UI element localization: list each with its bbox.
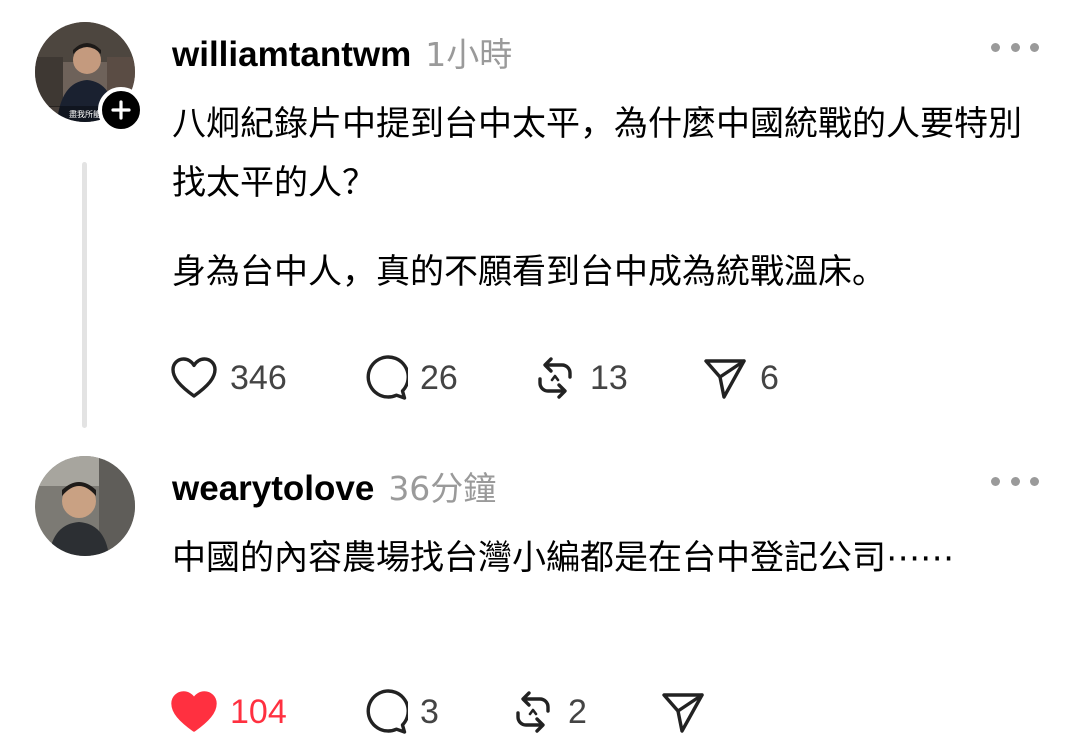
- action-bar: 104 3 2: [170, 687, 770, 737]
- post-header: williamtantwm 1小時: [172, 28, 512, 76]
- more-dot: [1010, 476, 1020, 486]
- repost-icon: [516, 691, 550, 733]
- post-body: 中國的內容農場找台灣小編都是在台中登記公司⋯⋯: [172, 529, 992, 588]
- repost-count: 13: [590, 358, 628, 397]
- more-options-button[interactable]: [991, 474, 1039, 488]
- more-dots-icon: [991, 42, 1000, 52]
- comment-count: 3: [420, 692, 439, 731]
- speech-bubble-icon: [366, 355, 408, 400]
- follow-button[interactable]: [98, 87, 144, 133]
- send-icon: [662, 693, 704, 733]
- post-body: 八炯紀錄片中提到台中太平，為什麼中國統戰的人要特別找太平的人？ 身為台中人，真的…: [172, 95, 1032, 302]
- avatar-caption: 盡我所能: [69, 109, 101, 119]
- thread-post-1: 盡我所能 williamtantwm 1小時 八炯紀錄片中提到台中太平，為什麼中…: [0, 0, 1079, 440]
- more-dot: [1010, 42, 1020, 52]
- comment-count: 26: [420, 358, 458, 397]
- thread-post-2: wearytolove 36分鐘 中國的內容農場找台灣小編都是在台中登記公司⋯⋯…: [0, 440, 1079, 744]
- share-button[interactable]: 6: [702, 353, 779, 403]
- repost-button[interactable]: 13: [532, 353, 628, 403]
- comment-button[interactable]: 26: [360, 353, 458, 403]
- thread-connector-line: [82, 162, 87, 428]
- plus-icon: [111, 100, 131, 120]
- share-count: 6: [760, 358, 779, 397]
- repost-icon: [538, 357, 572, 399]
- like-button[interactable]: 346: [170, 353, 287, 403]
- post-paragraph: 八炯紀錄片中提到台中太平，為什麼中國統戰的人要特別找太平的人？: [172, 104, 1022, 203]
- timestamp: 1小時: [425, 35, 513, 74]
- comment-button[interactable]: 3: [360, 687, 439, 737]
- post-header: wearytolove 36分鐘: [172, 462, 496, 510]
- speech-bubble-icon: [366, 689, 408, 734]
- username[interactable]: wearytolove: [172, 469, 374, 509]
- username[interactable]: williamtantwm: [172, 35, 411, 75]
- like-count: 104: [230, 692, 287, 731]
- repost-button[interactable]: 2: [510, 687, 587, 737]
- avatar-photo: [35, 456, 135, 556]
- action-bar: 346 26 13 6: [170, 353, 870, 403]
- like-count: 346: [230, 358, 287, 397]
- post-paragraph: 中國的內容農場找台灣小編都是在台中登記公司⋯⋯: [172, 538, 954, 578]
- heart-icon: [171, 691, 217, 732]
- timestamp: 36分鐘: [388, 469, 497, 508]
- heart-icon: [171, 357, 217, 398]
- more-dot: [1030, 42, 1039, 52]
- post-paragraph: 身為台中人，真的不願看到台中成為統戰溫床。: [172, 252, 886, 292]
- like-button[interactable]: 104: [170, 687, 287, 737]
- more-dot: [1030, 476, 1039, 486]
- more-dots-icon: [991, 476, 1000, 486]
- repost-count: 2: [568, 692, 587, 731]
- send-icon: [704, 359, 746, 399]
- share-button[interactable]: [660, 687, 718, 737]
- avatar[interactable]: [35, 456, 135, 556]
- more-options-button[interactable]: [991, 40, 1039, 54]
